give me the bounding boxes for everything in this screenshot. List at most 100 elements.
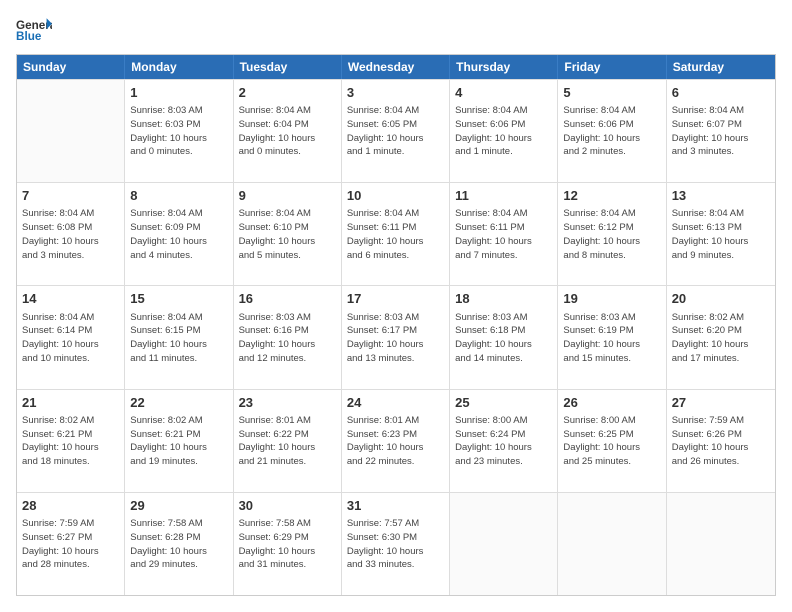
cell-text: and 6 minutes. [347, 249, 444, 263]
cell-text: and 22 minutes. [347, 455, 444, 469]
day-number: 17 [347, 290, 444, 308]
cell-text: Sunset: 6:04 PM [239, 118, 336, 132]
cell-text: Daylight: 10 hours [672, 338, 770, 352]
calendar-cell: 2Sunrise: 8:04 AMSunset: 6:04 PMDaylight… [234, 80, 342, 182]
cell-text: and 8 minutes. [563, 249, 660, 263]
weekday-header: Monday [125, 55, 233, 79]
cell-text: and 28 minutes. [22, 558, 119, 572]
day-number: 9 [239, 187, 336, 205]
cell-text: and 12 minutes. [239, 352, 336, 366]
cell-text: and 7 minutes. [455, 249, 552, 263]
cell-text: Sunrise: 7:58 AM [239, 517, 336, 531]
cell-text: and 25 minutes. [563, 455, 660, 469]
cell-text: and 10 minutes. [22, 352, 119, 366]
cell-text: Sunset: 6:14 PM [22, 324, 119, 338]
cell-text: and 4 minutes. [130, 249, 227, 263]
svg-text:Blue: Blue [16, 30, 42, 43]
weekday-header: Sunday [17, 55, 125, 79]
cell-text: and 13 minutes. [347, 352, 444, 366]
day-number: 16 [239, 290, 336, 308]
cell-text: Sunset: 6:30 PM [347, 531, 444, 545]
calendar-cell: 18Sunrise: 8:03 AMSunset: 6:18 PMDayligh… [450, 286, 558, 388]
calendar-cell: 3Sunrise: 8:04 AMSunset: 6:05 PMDaylight… [342, 80, 450, 182]
cell-text: Sunrise: 8:00 AM [563, 414, 660, 428]
calendar-week: 28 Sunrise: 7:59 AMSunset: 6:27 PM Dayligh… [17, 492, 775, 595]
calendar-cell: 24Sunrise: 8:01 AMSunset: 6:23 PMDayligh… [342, 390, 450, 492]
cell-text: Daylight: 10 hours [563, 338, 660, 352]
calendar-cell: 13Sunrise: 8:04 AMSunset: 6:13 PMDayligh… [667, 183, 775, 285]
day-number: 6 [672, 84, 770, 102]
calendar-cell: 23Sunrise: 8:01 AMSunset: 6:22 PMDayligh… [234, 390, 342, 492]
day-number: 8 [130, 187, 227, 205]
cell-text: Daylight: 10 hours [239, 545, 336, 559]
cell-text: and 0 minutes. [239, 145, 336, 159]
calendar-cell: 21Sunrise: 8:02 AMSunset: 6:21 PMDayligh… [17, 390, 125, 492]
day-number: 25 [455, 394, 552, 412]
calendar-cell [17, 80, 125, 182]
day-number: 1 [130, 84, 227, 102]
cell-text: Sunset: 6:13 PM [672, 221, 770, 235]
cell-text: and 1 minute. [347, 145, 444, 159]
calendar-cell: 5Sunrise: 8:04 AMSunset: 6:06 PMDaylight… [558, 80, 666, 182]
calendar-cell: 16Sunrise: 8:03 AMSunset: 6:16 PMDayligh… [234, 286, 342, 388]
day-number: 11 [455, 187, 552, 205]
cell-text: Sunset: 6:22 PM [239, 428, 336, 442]
cell-text: Sunset: 6:16 PM [239, 324, 336, 338]
cell-text: Sunset: 6:26 PM [672, 428, 770, 442]
cell-text: Daylight: 10 hours [672, 441, 770, 455]
cell-text: Sunrise: 8:01 AM [239, 414, 336, 428]
calendar-cell: 25Sunrise: 8:00 AMSunset: 6:24 PMDayligh… [450, 390, 558, 492]
calendar-body: 1 Sunrise: 8:03 AM Sunset: 6:03 PM Daylight… [17, 79, 775, 595]
cell-text: Sunset: 6:27 PM [22, 531, 119, 545]
cell-text: Sunrise: 8:04 AM [347, 207, 444, 221]
cell-text: Sunset: 6:03 PM [130, 118, 227, 132]
cell-text: Sunrise: 8:02 AM [22, 414, 119, 428]
calendar-cell [667, 493, 775, 595]
calendar-header: SundayMondayTuesdayWednesdayThursdayFrid… [17, 55, 775, 79]
day-number: 31 [347, 497, 444, 515]
day-number: 5 [563, 84, 660, 102]
cell-text: Daylight: 10 hours [22, 338, 119, 352]
calendar-cell: 15Sunrise: 8:04 AMSunset: 6:15 PMDayligh… [125, 286, 233, 388]
cell-text: Daylight: 10 hours [455, 132, 552, 146]
day-number: 21 [22, 394, 119, 412]
cell-text: Daylight: 10 hours [563, 441, 660, 455]
day-number: 28 [22, 497, 119, 515]
cell-text: and 33 minutes. [347, 558, 444, 572]
cell-text: Sunrise: 8:04 AM [22, 311, 119, 325]
cell-text: Sunset: 6:11 PM [455, 221, 552, 235]
cell-text: Sunrise: 7:59 AM [22, 517, 119, 531]
day-number: 30 [239, 497, 336, 515]
day-number: 13 [672, 187, 770, 205]
calendar-cell [558, 493, 666, 595]
cell-text: Sunrise: 8:03 AM [563, 311, 660, 325]
calendar-cell: 31Sunrise: 7:57 AMSunset: 6:30 PMDayligh… [342, 493, 450, 595]
cell-text: Sunset: 6:25 PM [563, 428, 660, 442]
cell-text: Daylight: 10 hours [455, 235, 552, 249]
cell-text: Sunset: 6:21 PM [22, 428, 119, 442]
cell-text: and 9 minutes. [672, 249, 770, 263]
cell-text: Sunrise: 8:01 AM [347, 414, 444, 428]
cell-text: and 0 minutes. [130, 145, 227, 159]
cell-text: Sunrise: 8:04 AM [22, 207, 119, 221]
cell-text: Sunset: 6:06 PM [563, 118, 660, 132]
day-number: 4 [455, 84, 552, 102]
cell-text: and 26 minutes. [672, 455, 770, 469]
calendar-cell: 7Sunrise: 8:04 AMSunset: 6:08 PMDaylight… [17, 183, 125, 285]
calendar-week: 1Sunrise: 8:03 AMSunset: 6:03 PMDaylight… [17, 79, 775, 182]
day-number: 27 [672, 394, 770, 412]
page: General Blue SundayMondayTuesdayWednesda… [0, 0, 792, 612]
cell-text: Sunset: 6:12 PM [563, 221, 660, 235]
day-number: 20 [672, 290, 770, 308]
cell-text: Sunset: 6:21 PM [130, 428, 227, 442]
day-number: 29 [130, 497, 227, 515]
cell-text: Daylight: 10 hours [347, 235, 444, 249]
cell-text: Sunrise: 8:04 AM [672, 207, 770, 221]
cell-text: Sunrise: 7:57 AM [347, 517, 444, 531]
calendar-cell: 9Sunrise: 8:04 AMSunset: 6:10 PMDaylight… [234, 183, 342, 285]
cell-text: and 29 minutes. [130, 558, 227, 572]
cell-text: Sunset: 6:23 PM [347, 428, 444, 442]
cell-text: Daylight: 10 hours [455, 338, 552, 352]
cell-text: and 21 minutes. [239, 455, 336, 469]
day-number: 10 [347, 187, 444, 205]
